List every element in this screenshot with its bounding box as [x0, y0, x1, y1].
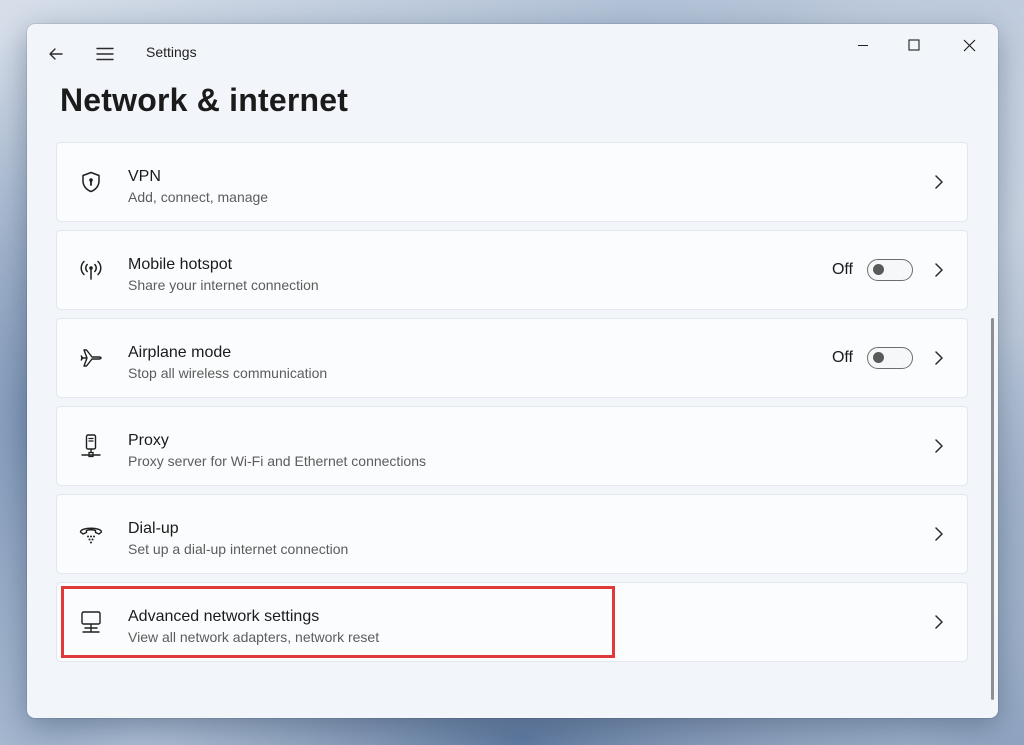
item-subtitle: View all network adapters, network reset: [128, 629, 380, 645]
item-title: Dial-up: [128, 520, 179, 537]
item-subtitle: Stop all wireless communication: [128, 365, 328, 381]
chevron-right-icon: [927, 610, 951, 634]
settings-item-vpn[interactable]: VPN Add, connect, manage: [56, 142, 968, 222]
chevron-right-icon: [927, 346, 951, 370]
toggle-knob: [873, 352, 884, 363]
settings-window: Settings Network & internet VPN Add, con…: [27, 24, 998, 718]
close-button[interactable]: [946, 30, 992, 60]
chevron-right-icon: [927, 522, 951, 546]
hamburger-menu-icon: [96, 47, 114, 61]
settings-item-proxy[interactable]: Proxy Proxy server for Wi-Fi and Etherne…: [56, 406, 968, 486]
settings-item-dial-up[interactable]: Dial-up Set up a dial-up internet connec…: [56, 494, 968, 574]
network-computer-icon: [77, 608, 105, 636]
toggle-knob: [873, 264, 884, 275]
navigation-menu-button[interactable]: [87, 40, 123, 68]
hotspot-icon: [77, 256, 105, 284]
chevron-right-icon: [927, 434, 951, 458]
airplane-mode-toggle-group: Off: [832, 346, 913, 370]
minimize-button[interactable]: [840, 30, 886, 60]
item-subtitle: Proxy server for Wi-Fi and Ethernet conn…: [128, 453, 427, 469]
item-title: Advanced network settings: [128, 608, 320, 625]
item-subtitle: Set up a dial-up internet connection: [128, 541, 349, 557]
item-subtitle: Share your internet connection: [128, 277, 319, 293]
minimize-icon: [858, 44, 868, 47]
maximize-icon: [908, 39, 920, 51]
airplane-icon: [77, 344, 105, 372]
item-title: Airplane mode: [128, 344, 232, 361]
item-subtitle: Add, connect, manage: [128, 189, 269, 205]
settings-item-advanced-network-settings[interactable]: Advanced network settings View all netwo…: [56, 582, 968, 662]
mobile-hotspot-toggle-group: Off: [832, 258, 913, 282]
back-button[interactable]: [38, 40, 74, 68]
title-bar: Settings: [27, 24, 998, 82]
back-arrow-icon: [49, 48, 63, 60]
airplane-mode-toggle[interactable]: [867, 347, 913, 369]
app-title: Settings: [146, 44, 197, 60]
chevron-right-icon: [927, 170, 951, 194]
mobile-hotspot-toggle[interactable]: [867, 259, 913, 281]
maximize-button[interactable]: [891, 30, 937, 60]
toggle-state-label: Off: [831, 261, 853, 278]
settings-item-mobile-hotspot[interactable]: Mobile hotspot Share your internet conne…: [56, 230, 968, 310]
item-title: Proxy: [128, 432, 169, 449]
settings-list: VPN Add, connect, manage Mobile hotspot …: [56, 142, 968, 670]
shield-icon: [77, 168, 105, 196]
dialup-phone-icon: [77, 520, 105, 548]
toggle-state-label: Off: [831, 349, 853, 366]
page-title: Network & internet: [60, 82, 349, 118]
chevron-right-icon: [927, 258, 951, 282]
item-title: VPN: [128, 168, 161, 185]
vertical-scrollbar[interactable]: [991, 318, 994, 700]
close-icon: [963, 39, 975, 51]
item-title: Mobile hotspot: [128, 256, 233, 273]
proxy-icon: [77, 432, 105, 460]
settings-item-airplane-mode[interactable]: Airplane mode Stop all wireless communic…: [56, 318, 968, 398]
